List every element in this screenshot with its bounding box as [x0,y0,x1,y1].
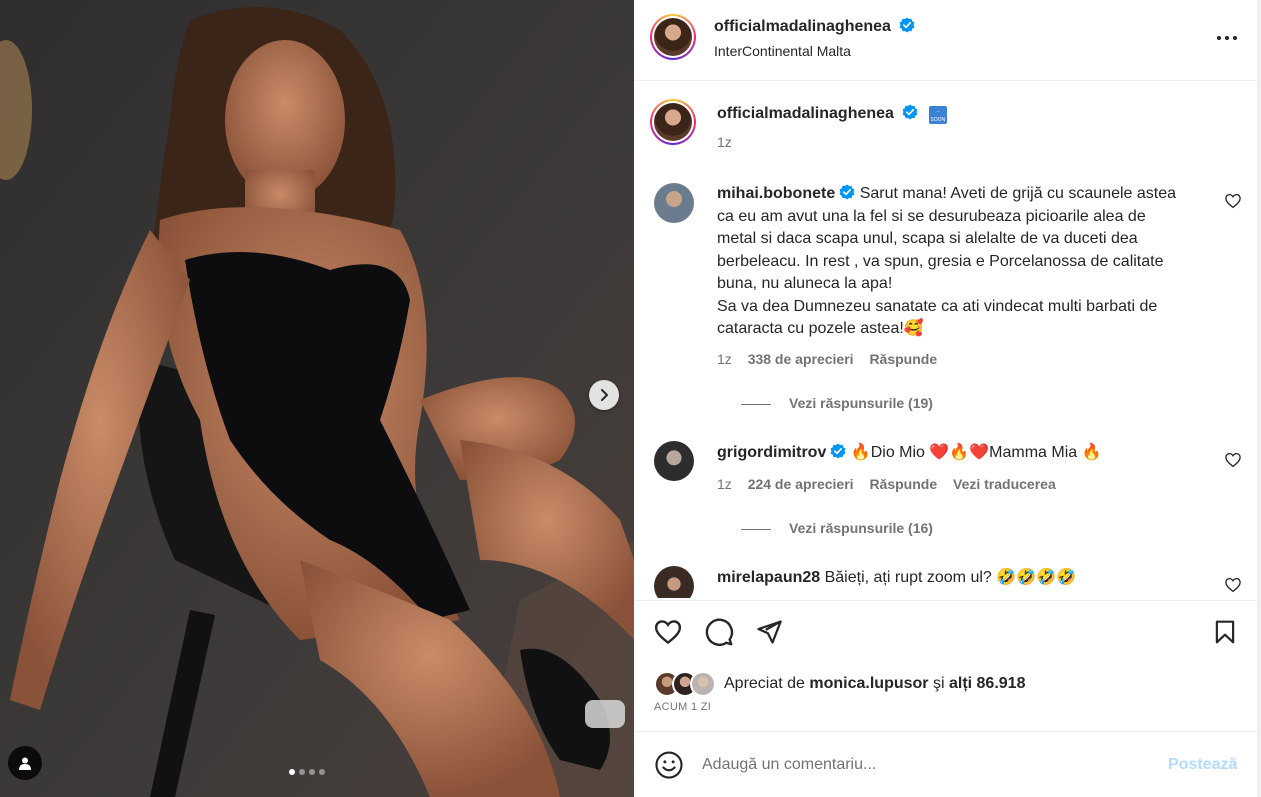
smiley-face-icon [655,751,683,779]
author-username[interactable]: officialmadalinaghenea [714,18,891,35]
post-timestamp[interactable]: ACUM 1 ZI [654,701,711,713]
comment-item: mihai.bobonete Sarut mana! Aveti de grij… [654,183,1244,433]
liked-by-others[interactable]: alți 86.918 [949,675,1026,692]
post-location[interactable]: InterContinental Malta [714,43,851,59]
like-button[interactable] [653,617,683,647]
commenter-username[interactable]: grigordimitrov [717,444,826,461]
comment-item: grigordimitrov 🔥Dio Mio ❤️🔥❤️Mamma Mia 🔥… [654,441,1244,551]
comment-like-heart-icon[interactable] [1224,451,1242,469]
caption-avatar[interactable] [650,99,696,145]
view-replies-label: Vezi răspunsurile (19) [789,395,933,411]
comment-line: cataracta cu pozele astea!🥰 [717,320,924,337]
comment-line: ca eu am avut una la fel si se desurubea… [717,207,1146,225]
more-options-button[interactable] [1211,24,1243,52]
liked-by-prefix: Apreciat de [724,675,810,692]
share-button[interactable] [754,617,784,647]
comment-text: mirelapaun28 Băieți, ați rupt zoom ul? 🤣… [717,567,1197,590]
post-caption: officialmadalinaghenea → SOON 1z [650,99,1242,159]
comment-time[interactable]: 1z [717,476,732,492]
caption-username[interactable]: officialmadalinaghenea [717,105,894,122]
reply-button[interactable]: Răspunde [869,476,937,492]
tagged-users-button[interactable] [8,746,42,780]
comment-line: Sa va dea Dumnezeu sanatate ca ati vinde… [717,297,1158,315]
chevron-right-icon [601,389,608,401]
commenter-avatar[interactable] [654,566,694,598]
comment-button[interactable] [704,617,734,647]
comment-time[interactable]: 1z [717,351,732,367]
comment-input[interactable] [702,750,1152,780]
comment-line: metal si daca scapa unul, scapa si alela… [717,230,1138,247]
verified-badge-icon [839,184,855,200]
commenter-username[interactable]: mirelapaun28 [717,569,820,586]
verified-badge-icon [902,104,918,120]
liked-by-summary[interactable]: Apreciat de monica.lupusor şi alți 86.91… [654,671,1025,697]
heart-outline-icon [654,620,682,645]
comment-line: berbeleacu. In rest , va spun, gresia e … [717,252,1164,270]
carousel-indicator [289,769,325,775]
comment-text: grigordimitrov 🔥Dio Mio ❤️🔥❤️Mamma Mia 🔥 [717,442,1197,465]
verified-badge-icon [830,443,846,459]
view-replies-label: Vezi răspunsurile (16) [789,520,933,536]
post-comment-button[interactable]: Postează [1168,756,1237,774]
comment-bubble-icon [705,618,734,646]
user-icon [19,757,31,770]
emoji-picker-button[interactable] [654,750,684,780]
comment-like-heart-icon[interactable] [1224,192,1242,210]
verified-badge-icon [899,17,915,33]
post-actions: Apreciat de monica.lupusor şi alți 86.91… [634,600,1257,730]
author-avatar[interactable] [650,14,696,60]
carousel-dot [319,769,325,775]
liker-avatar [690,671,716,697]
commenter-avatar[interactable] [654,183,694,223]
paper-plane-icon [757,620,782,644]
comment-meta: 1z 338 de aprecieri Răspunde [717,351,949,367]
translate-button[interactable]: Vezi traducerea [953,476,1056,492]
comment-line: Băieți, ați rupt zoom ul? 🤣🤣🤣🤣 [824,569,1076,586]
replies-divider [741,528,771,530]
post-details-panel: officialmadalinaghenea InterContinental … [634,0,1261,797]
liked-by-text: Apreciat de monica.lupusor şi alți 86.91… [724,675,1025,693]
soon-arrow-emoji: → SOON [928,106,947,124]
commenter-avatar[interactable] [654,441,694,481]
save-button[interactable] [1210,617,1240,647]
comment-line: Sarut mana! Aveti de grijă cu scaunele a… [859,185,1177,202]
post-photo [0,0,634,797]
carousel-dot-active [289,769,295,775]
comment-like-heart-icon[interactable] [1224,576,1242,594]
add-comment-bar: Postează [634,731,1257,797]
comment-line: 🔥Dio Mio ❤️🔥❤️Mamma Mia 🔥 [850,444,1102,461]
comment-likes-count[interactable]: 224 de aprecieri [748,476,854,492]
post-media[interactable] [0,0,634,797]
comment-likes-count[interactable]: 338 de aprecieri [748,351,854,367]
comment-item: mirelapaun28 Băieți, ați rupt zoom ul? 🤣… [654,566,1244,598]
reply-button[interactable]: Răspunde [869,351,937,367]
caption-time[interactable]: 1z [717,134,732,150]
replies-divider [741,403,771,405]
carousel-dot [299,769,305,775]
comment-meta: 1z 224 de aprecieri Răspunde Vezi traduc… [717,476,1068,492]
comment-line: buna, nu aluneca la apa! [717,275,893,292]
post-header: officialmadalinaghenea InterContinental … [634,0,1257,81]
liked-by-middle: şi [928,675,949,692]
view-replies-button[interactable]: Vezi răspunsurile (19) [741,395,933,411]
commenter-username[interactable]: mihai.bobonete [717,185,835,202]
liked-by-user[interactable]: monica.lupusor [809,675,928,692]
comment-text: mihai.bobonete Sarut mana! Aveti de grij… [717,183,1207,341]
panel-scrollbar[interactable] [1257,0,1261,797]
bookmark-icon [1215,620,1235,644]
next-photo-button[interactable] [589,380,619,410]
view-replies-button[interactable]: Vezi răspunsurile (16) [741,520,933,536]
more-horizontal-icon [1217,36,1237,40]
carousel-dot [309,769,315,775]
